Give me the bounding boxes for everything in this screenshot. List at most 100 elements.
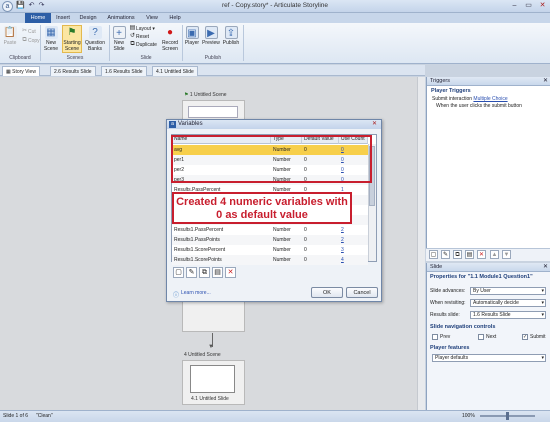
- new-slide-button[interactable]: + New Slide: [111, 26, 127, 52]
- chevron-down-icon: ▾: [541, 300, 544, 306]
- player-features-select[interactable]: Player defaults ▾: [432, 354, 546, 362]
- preview-button[interactable]: ▶ Preview: [201, 26, 221, 46]
- chevron-down-icon: ▾: [541, 355, 544, 361]
- delete-trigger-icon[interactable]: ✕: [477, 250, 486, 259]
- tab-1-6-results-slide[interactable]: 1.6 Results Slide: [101, 66, 147, 76]
- cell-use[interactable]: 2: [339, 225, 368, 235]
- paste-variable-icon[interactable]: ▤: [212, 267, 223, 278]
- question-bank-icon: ?: [88, 26, 102, 39]
- tab-view[interactable]: View: [142, 13, 162, 23]
- dialog-close-icon[interactable]: ✕: [372, 120, 377, 127]
- question-banks-label: Question Banks: [84, 40, 105, 52]
- player-button[interactable]: ▣ Player: [184, 26, 200, 46]
- submit-label: Submit: [530, 334, 546, 340]
- move-down-icon[interactable]: ▼: [502, 250, 511, 259]
- copy-trigger-icon[interactable]: ⧉: [453, 250, 462, 259]
- paste-trigger-icon[interactable]: ▤: [465, 250, 474, 259]
- question-banks-button[interactable]: ? Question Banks: [84, 26, 106, 52]
- annotation-callout: Created 4 numeric variables with 0 as de…: [172, 192, 352, 224]
- slide-thumbnail-4-1[interactable]: [190, 365, 235, 393]
- slide-advances-label: Slide advances:: [430, 288, 466, 294]
- scissors-icon: ✂: [21, 28, 28, 34]
- canvas-scrollbar[interactable]: [417, 77, 425, 410]
- edit-variable-icon[interactable]: ✎: [186, 267, 197, 278]
- slide-4-1-label: 4.1 Untitled Slide: [191, 396, 229, 402]
- maximize-button[interactable]: ▭: [522, 1, 535, 11]
- close-icon[interactable]: ✕: [543, 263, 548, 272]
- close-icon[interactable]: ✕: [543, 77, 548, 86]
- tab-animations[interactable]: Animations: [104, 13, 138, 23]
- layout-label: Layout: [136, 25, 152, 32]
- table-row[interactable]: Results1.PassPercent Number 0 2: [172, 225, 368, 235]
- starting-scene-label: Starting Scene: [63, 40, 81, 52]
- slide-advances-select[interactable]: By User ▾: [470, 287, 546, 295]
- prev-checkbox[interactable]: [432, 334, 438, 340]
- tab-4-1-untitled-slide[interactable]: 4.1 Untitled Slide: [152, 66, 198, 76]
- tab-design[interactable]: Design: [76, 13, 100, 23]
- copy-button[interactable]: ⧉Copy: [21, 37, 39, 45]
- scene-4-label: 4 Untitled Scene: [184, 352, 221, 358]
- delete-variable-icon[interactable]: ✕: [225, 267, 236, 278]
- tab-help[interactable]: Help: [165, 13, 185, 23]
- layout-button[interactable]: ▤Layout ▾: [129, 25, 155, 33]
- cell-name: Results1.ScorePercent: [174, 247, 226, 253]
- new-variable-icon[interactable]: ▢: [173, 267, 184, 278]
- minimize-button[interactable]: –: [508, 1, 521, 11]
- cut-button[interactable]: ✂Cut: [21, 28, 36, 36]
- edit-trigger-icon[interactable]: ✎: [441, 250, 450, 259]
- tab-label: Story View: [12, 69, 36, 75]
- when-revisiting-select[interactable]: Automatically decide ▾: [470, 299, 546, 307]
- zoom-slider-thumb[interactable]: [506, 412, 509, 420]
- trigger-condition: When the user clicks the submit button: [436, 103, 522, 109]
- table-row[interactable]: Results1.ScorePercent Number 0 3: [172, 245, 368, 255]
- copy-variable-icon[interactable]: ⧉: [199, 267, 210, 278]
- cut-label: Cut: [28, 28, 36, 35]
- group-label-scenes: Scenes: [66, 55, 84, 61]
- cell-name: Results1.ScorePoints: [174, 257, 222, 263]
- table-row[interactable]: Results1.ScorePoints Number 0 4: [172, 255, 368, 265]
- new-scene-button[interactable]: ▦ New Scene: [42, 26, 60, 52]
- tab-home[interactable]: Home: [25, 13, 51, 23]
- record-screen-button[interactable]: ● Record Screen: [160, 26, 180, 52]
- tab-story-view[interactable]: ▦ Story View: [2, 66, 40, 76]
- copy-icon: ⧉: [22, 37, 27, 43]
- ok-button[interactable]: OK: [311, 287, 343, 298]
- group-label-clipboard: Clipboard: [9, 55, 31, 61]
- table-row[interactable]: Results1.PassPoints Number 0 2: [172, 235, 368, 245]
- select-value: By User: [473, 288, 491, 294]
- dialog-logo-icon: a: [169, 121, 176, 128]
- tab-label: 2.6 Results Slide: [54, 69, 92, 75]
- cancel-button[interactable]: Cancel: [346, 287, 378, 298]
- chevron-down-icon: ▾: [541, 312, 544, 318]
- results-slide-select[interactable]: 1.6 Results Slide ▾: [470, 311, 546, 319]
- cell-default: 0: [304, 227, 307, 233]
- chevron-down-icon: ▾: [541, 288, 544, 294]
- next-checkbox[interactable]: [478, 334, 484, 340]
- close-button[interactable]: ✕: [536, 1, 549, 11]
- slide-thumbnail[interactable]: [188, 106, 238, 118]
- layout-icon: ▤: [129, 25, 136, 31]
- flag-icon: ⚑: [67, 27, 77, 38]
- cell-name: Results1.PassPoints: [174, 237, 220, 243]
- learn-more-link[interactable]: Learn more...: [181, 290, 211, 296]
- scene-1-title: 1 Untitled Scene: [189, 92, 227, 98]
- cell-type: Number: [273, 257, 291, 263]
- cell-type: Number: [273, 247, 291, 253]
- duplicate-button[interactable]: ⧉Duplicate: [129, 41, 157, 49]
- move-up-icon[interactable]: ▲: [490, 250, 499, 259]
- paste-label: Paste: [3, 40, 17, 46]
- tab-2-6-results-slide[interactable]: 2.6 Results Slide: [50, 66, 96, 76]
- submit-checkbox[interactable]: ✓: [522, 334, 528, 340]
- paste-button[interactable]: 📋 Paste: [3, 26, 17, 46]
- new-slide-label: New Slide: [113, 40, 125, 52]
- tab-insert[interactable]: Insert: [52, 13, 74, 23]
- cell-use[interactable]: 3: [339, 245, 368, 255]
- trigger-link[interactable]: Multiple Choice: [473, 96, 507, 102]
- publish-button[interactable]: ⇪ Publish: [221, 26, 241, 46]
- starting-scene-button[interactable]: ⚑ Starting Scene: [62, 25, 82, 53]
- reset-button[interactable]: ↺Reset: [129, 33, 149, 41]
- divider: [243, 25, 244, 61]
- cell-use[interactable]: 4: [339, 255, 368, 265]
- new-trigger-icon[interactable]: ▢: [429, 250, 438, 259]
- cell-use[interactable]: 2: [339, 235, 368, 245]
